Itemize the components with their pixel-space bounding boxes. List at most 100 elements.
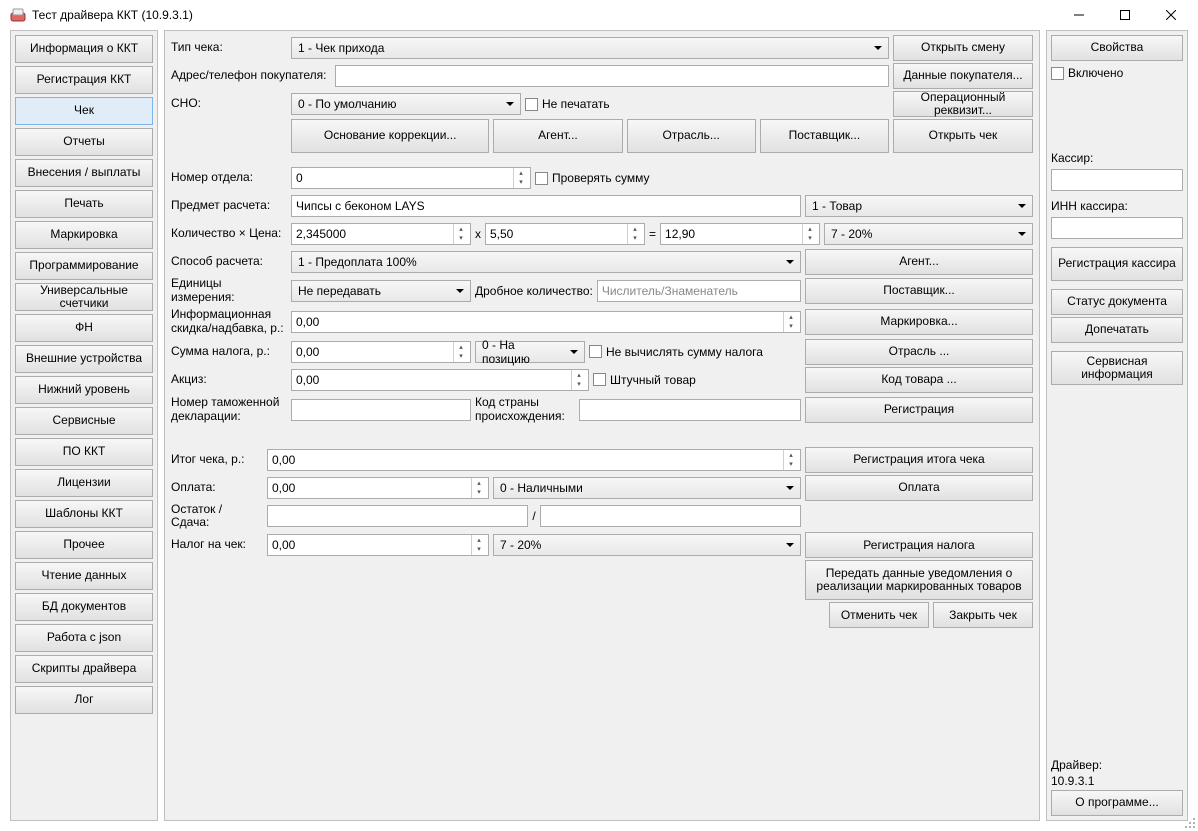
properties-button[interactable]: Свойства — [1051, 35, 1183, 61]
input-customs[interactable] — [291, 399, 471, 421]
window-title: Тест драйвера ККТ (10.9.3.1) — [32, 8, 193, 22]
reprint-button[interactable]: Допечатать — [1051, 317, 1183, 343]
sidebar-item-14[interactable]: Лицензии — [15, 469, 153, 497]
label-frac-qty: Дробное количество: — [475, 284, 593, 298]
close-button[interactable] — [1148, 0, 1194, 30]
checkbox-no-calc-tax[interactable] — [589, 345, 602, 358]
open-check-button[interactable]: Открыть чек — [893, 119, 1033, 153]
open-shift-button[interactable]: Открыть смену — [893, 35, 1033, 61]
resize-grip-icon[interactable] — [1182, 815, 1196, 829]
select-unit[interactable]: Не передавать — [291, 280, 471, 302]
sidebar-item-0[interactable]: Информация о ККТ — [15, 35, 153, 63]
select-vat[interactable]: 7 - 20% — [824, 223, 1033, 245]
sidebar-item-6[interactable]: Маркировка — [15, 221, 153, 249]
label-slash: / — [532, 509, 535, 523]
input-tax-sum[interactable]: 0,00 — [291, 341, 471, 363]
reg-cashier-button[interactable]: Регистрация кассира — [1051, 247, 1183, 281]
sidebar-item-7[interactable]: Программирование — [15, 252, 153, 280]
oper-req-button[interactable]: Операционный реквизит... — [893, 91, 1033, 117]
input-check-tax-sum[interactable]: 0,00 — [267, 534, 489, 556]
select-tax-pos[interactable]: 0 - На позицию — [475, 341, 585, 363]
select-pay-type[interactable]: 0 - Наличными — [493, 477, 801, 499]
checkbox-no-print[interactable] — [525, 98, 538, 111]
maximize-button[interactable] — [1102, 0, 1148, 30]
sidebar-item-16[interactable]: Прочее — [15, 531, 153, 559]
main-panel: Тип чека: 1 - Чек прихода Открыть смену … — [164, 30, 1040, 821]
sidebar-item-5[interactable]: Печать — [15, 190, 153, 218]
input-amount[interactable]: 12,90 — [660, 223, 820, 245]
sidebar-item-8[interactable]: Универсальные счетчики — [15, 283, 153, 311]
item-code-button[interactable]: Код товара ... — [805, 367, 1033, 393]
input-qty[interactable]: 2,345000 — [291, 223, 471, 245]
checkbox-check-sum[interactable] — [535, 172, 548, 185]
reg-total-button[interactable]: Регистрация итога чека — [805, 447, 1033, 473]
input-frac-qty[interactable]: Числитель/Знаменатель — [597, 280, 801, 302]
correction-base-button[interactable]: Основание коррекции... — [291, 119, 489, 153]
marking-button[interactable]: Маркировка... — [805, 309, 1033, 335]
label-no-calc-tax: Не вычислять сумму налога — [606, 345, 763, 359]
supplier-button[interactable]: Поставщик... — [760, 119, 889, 153]
sidebar-item-18[interactable]: БД документов — [15, 593, 153, 621]
sidebar-item-13[interactable]: ПО ККТ — [15, 438, 153, 466]
select-check-type[interactable]: 1 - Чек прихода — [291, 37, 889, 59]
label-enabled: Включено — [1068, 66, 1123, 80]
input-payment[interactable]: 0,00 — [267, 477, 489, 499]
sidebar-item-21[interactable]: Лог — [15, 686, 153, 714]
sidebar-item-10[interactable]: Внешние устройства — [15, 345, 153, 373]
minimize-button[interactable] — [1056, 0, 1102, 30]
pay-button[interactable]: Оплата — [805, 475, 1033, 501]
input-cashier-inn[interactable] — [1051, 217, 1183, 239]
input-excise[interactable]: 0,00 — [291, 369, 589, 391]
sidebar-item-9[interactable]: ФН — [15, 314, 153, 342]
select-check-tax-rate[interactable]: 7 - 20% — [493, 534, 801, 556]
input-dept[interactable]: 0 — [291, 167, 531, 189]
sidebar-item-1[interactable]: Регистрация ККТ — [15, 66, 153, 94]
service-info-button[interactable]: Сервисная информация — [1051, 351, 1183, 385]
label-remainder: Остаток / Сдача: — [171, 503, 263, 531]
industry-button[interactable]: Отрасль... — [627, 119, 756, 153]
checkbox-piece[interactable] — [593, 373, 606, 386]
input-rem1[interactable] — [267, 505, 528, 527]
sidebar-item-12[interactable]: Сервисные — [15, 407, 153, 435]
input-origin[interactable] — [579, 399, 801, 421]
reg-tax-button[interactable]: Регистрация налога — [805, 532, 1033, 558]
label-driver: Драйвер: — [1051, 758, 1183, 772]
sidebar-item-3[interactable]: Отчеты — [15, 128, 153, 156]
label-customs: Номер таможенной декларации: — [171, 395, 287, 425]
register-button[interactable]: Регистрация — [805, 397, 1033, 423]
sidebar-item-4[interactable]: Внесения / выплаты — [15, 159, 153, 187]
send-notif-button[interactable]: Передать данные уведомления о реализации… — [805, 560, 1033, 600]
industry2-button[interactable]: Отрасль ... — [805, 339, 1033, 365]
label-piece: Штучный товар — [610, 373, 696, 387]
input-total[interactable]: 0,00 — [267, 449, 801, 471]
agent2-button[interactable]: Агент... — [805, 249, 1033, 275]
sidebar-item-2[interactable]: Чек — [15, 97, 153, 125]
label-cashier-inn: ИНН кассира: — [1051, 199, 1183, 213]
sidebar-item-17[interactable]: Чтение данных — [15, 562, 153, 590]
cancel-check-button[interactable]: Отменить чек — [829, 602, 929, 628]
input-item-name[interactable]: Чипсы с беконом LAYS — [291, 195, 801, 217]
sidebar-item-19[interactable]: Работа с json — [15, 624, 153, 652]
doc-status-button[interactable]: Статус документа — [1051, 289, 1183, 315]
checkbox-enabled[interactable] — [1051, 67, 1064, 80]
supplier2-button[interactable]: Поставщик... — [805, 278, 1033, 304]
select-item-type[interactable]: 1 - Товар — [805, 195, 1033, 217]
input-price[interactable]: 5,50 — [485, 223, 645, 245]
close-check-button[interactable]: Закрыть чек — [933, 602, 1033, 628]
label-payment: Оплата: — [171, 481, 263, 495]
label-check-type: Тип чека: — [171, 41, 287, 55]
input-buyer[interactable] — [335, 65, 889, 87]
agent-button[interactable]: Агент... — [493, 119, 622, 153]
label-eq: = — [649, 227, 656, 241]
sidebar-item-15[interactable]: Шаблоны ККТ — [15, 500, 153, 528]
sidebar-item-11[interactable]: Нижний уровень — [15, 376, 153, 404]
input-cashier[interactable] — [1051, 169, 1183, 191]
select-pay-method[interactable]: 1 - Предоплата 100% — [291, 251, 801, 273]
select-sno[interactable]: 0 - По умолчанию — [291, 93, 521, 115]
label-total: Итог чека, р.: — [171, 453, 263, 467]
about-button[interactable]: О программе... — [1051, 790, 1183, 816]
input-rem2[interactable] — [540, 505, 801, 527]
input-info-disc[interactable]: 0,00 — [291, 311, 801, 333]
buyer-data-button[interactable]: Данные покупателя... — [893, 63, 1033, 89]
sidebar-item-20[interactable]: Скрипты драйвера — [15, 655, 153, 683]
